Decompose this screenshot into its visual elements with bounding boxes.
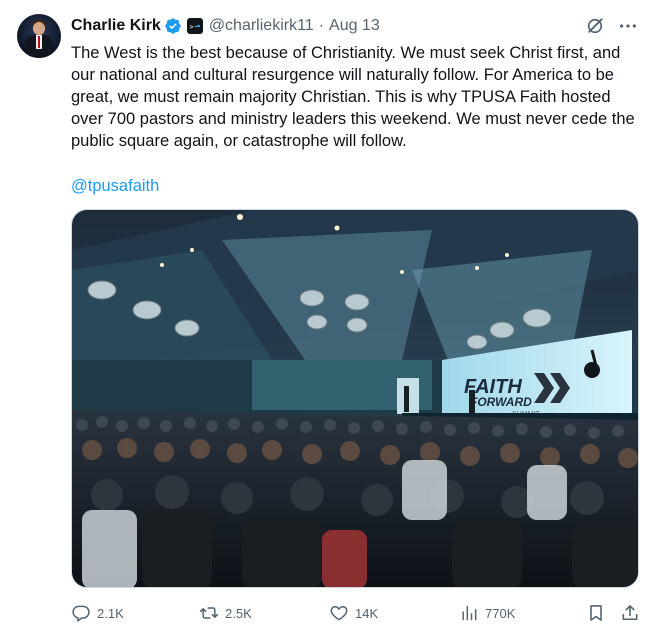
tweet-header: Charlie Kirk >- @charliekirk11 · Aug 13 xyxy=(71,15,641,37)
share-button[interactable] xyxy=(620,598,640,628)
tweet[interactable]: Charlie Kirk >- @charliekirk11 · Aug 13 xyxy=(0,0,661,639)
bookmark-icon xyxy=(590,605,602,621)
verified-badge-icon[interactable] xyxy=(164,17,182,35)
tweet-text: The West is the best because of Christia… xyxy=(71,44,635,150)
header-separator: · xyxy=(318,17,325,34)
author-handle[interactable]: @charliekirk11 xyxy=(209,17,314,35)
svg-text:>-: >- xyxy=(189,23,197,31)
author-name[interactable]: Charlie Kirk xyxy=(71,17,161,35)
affiliate-badge-icon[interactable]: >- xyxy=(186,18,203,34)
avatar[interactable] xyxy=(17,14,61,58)
views-button[interactable]: 770K xyxy=(459,598,515,628)
like-count: 14K xyxy=(355,605,379,621)
tweet-photo[interactable]: FAITH FORWARD SUMMIT xyxy=(71,209,639,588)
reply-count: 2.1K xyxy=(97,605,124,621)
repost-count: 2.5K xyxy=(225,605,252,621)
grok-icon[interactable] xyxy=(585,16,605,36)
more-icon[interactable] xyxy=(617,15,639,37)
action-bar: 2.1K 2.5K 14K 770K xyxy=(71,598,643,628)
mention-link[interactable]: @tpusafaith xyxy=(71,175,159,197)
stage-screen-subtitle: FORWARD xyxy=(470,395,532,409)
reply-button[interactable]: 2.1K xyxy=(71,598,124,628)
repost-button[interactable]: 2.5K xyxy=(199,598,252,628)
repost-icon xyxy=(199,607,219,619)
reply-icon xyxy=(72,605,90,623)
like-button[interactable]: 14K xyxy=(329,598,378,628)
views-count: 770K xyxy=(485,605,516,621)
like-icon xyxy=(330,606,348,621)
views-icon xyxy=(462,605,477,621)
tweet-date[interactable]: Aug 13 xyxy=(329,17,380,35)
share-icon xyxy=(622,605,638,621)
bookmark-button[interactable] xyxy=(586,598,606,628)
